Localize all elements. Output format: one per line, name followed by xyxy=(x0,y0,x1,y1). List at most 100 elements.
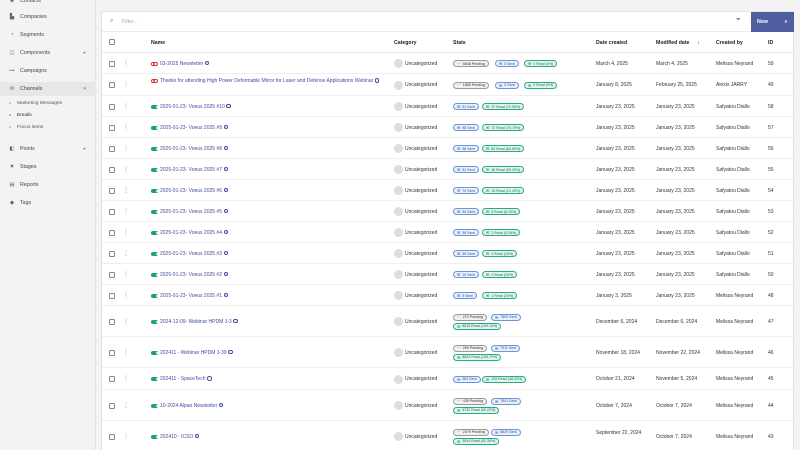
stat-badge-sent[interactable]: ✉ 7809 Sent xyxy=(491,313,521,321)
stat-badge-read[interactable]: ✉ 1 Read (20%) xyxy=(482,292,518,299)
row-checkbox[interactable] xyxy=(109,145,115,152)
stat-badge-read[interactable]: ✉ 46 Read (90.20%) xyxy=(482,166,525,173)
stat-badge-read[interactable]: ✉ 4 Read (16%) xyxy=(482,250,518,257)
sidebar-subitem-marketing-messages[interactable]: Marketing Messages xyxy=(0,97,96,109)
row-checkbox[interactable] xyxy=(109,402,115,409)
row-checkbox[interactable] xyxy=(109,208,115,215)
email-name[interactable]: 2025-01-23- Voeux 2025 #4 xyxy=(160,230,222,236)
filter-funnel-icon[interactable]: ⏷ xyxy=(736,17,741,24)
stat-badge-read[interactable]: ✉ 4732 Read (60.22%) xyxy=(453,406,500,414)
kebab-menu-icon[interactable]: ⋮ xyxy=(123,350,129,356)
stat-badge-read[interactable]: ✉ 0 Read (0%) xyxy=(524,60,558,67)
table-row[interactable]: ⋮ 2025-01-23- Voeux 2025 #8 Uncategorized ✉… xyxy=(102,138,793,159)
row-checkbox[interactable] xyxy=(109,250,115,257)
table-row[interactable]: ⋮ 202411 - Webinar HPDM J-30 Uncategorized… xyxy=(102,337,793,368)
kebab-menu-icon[interactable]: ⋮ xyxy=(123,167,129,173)
stat-badge-sent[interactable]: ✉ 51 Sent xyxy=(453,166,479,173)
table-row[interactable]: ⋮ 2025-01-23- Voeux 2025 #10 Uncategorized… xyxy=(102,96,793,117)
row-checkbox[interactable] xyxy=(109,433,115,440)
publish-toggle[interactable] xyxy=(151,350,158,355)
sidebar-subitem-focus-items[interactable]: Focus items xyxy=(0,121,96,133)
stat-badge-read[interactable]: ✉ 8518 Read (109.14%) xyxy=(453,322,502,330)
stat-badge-sent[interactable]: ✉ 70 Sent xyxy=(453,187,479,194)
row-checkbox[interactable] xyxy=(109,60,115,67)
stat-badge-read[interactable]: ✉ 2 Read (5.26%) xyxy=(482,229,521,236)
stat-badge-sent[interactable]: ✉ 5 Sent xyxy=(453,292,477,299)
stat-badge-sent[interactable]: ✉ 95 Sent xyxy=(453,124,479,131)
email-name-link[interactable]: 2025-01-23- Voeux 2025 #9 xyxy=(160,124,400,132)
email-name-link[interactable]: Thanks for attending High Power Deformab… xyxy=(160,77,400,85)
stat-badge-read[interactable]: ✉ 0 Read (0%) xyxy=(524,81,558,89)
email-name[interactable]: 2025-01-23- Voeux 2025 #3 xyxy=(160,251,222,257)
chevron-down-icon[interactable]: ▾ xyxy=(83,86,86,92)
stat-badge-read[interactable]: ✉ 15 Read (21.43%) xyxy=(482,187,525,194)
sidebar-item-campaigns[interactable]: ⊶ Campaigns xyxy=(0,64,96,78)
stat-badge-sent[interactable]: ✉ 7941 Sent xyxy=(491,397,521,405)
publish-toggle[interactable] xyxy=(151,272,158,277)
row-checkbox[interactable] xyxy=(109,376,115,382)
new-button[interactable]: New ▾ xyxy=(751,12,794,32)
table-row[interactable]: ⋮ 2025-01-23- Voeux 2025 #9 Uncategorized ✉… xyxy=(102,117,793,138)
email-name[interactable]: 2025-01-23- Voeux 2025 #2 xyxy=(160,272,222,278)
table-row[interactable]: ⋮ 2025-01-23- Voeux 2025 #6 Uncategorized ✉… xyxy=(102,180,793,201)
publish-toggle[interactable] xyxy=(151,230,158,235)
sidebar-subitem-emails[interactable]: Emails xyxy=(0,109,96,121)
filter-input[interactable] xyxy=(122,16,622,28)
email-name[interactable]: 202411 - SpaceTech xyxy=(160,376,206,382)
email-name-link[interactable]: 2025-01-23- Voeux 2025 #3 xyxy=(160,250,400,258)
stat-badge-read[interactable]: ✉ 72 Read (75.79%) xyxy=(482,124,525,131)
stat-badge-pending[interactable]: ··· 8848 Pending xyxy=(453,60,489,67)
table-row[interactable]: ⋮ 2025-01-23- Voeux 2025 #4 Uncategorized ✉… xyxy=(102,222,793,243)
publish-toggle[interactable] xyxy=(151,167,158,172)
header-category[interactable]: Category xyxy=(394,40,417,46)
header-date-created[interactable]: Date created xyxy=(596,40,627,46)
table-row[interactable]: ⋮ 2024-12-09- Webinar HPDM J-3 Uncategoriz… xyxy=(102,306,793,337)
stat-badge-read[interactable]: ✉ 83 Read (84.69%) xyxy=(482,145,525,152)
stat-badge-sent[interactable]: ✉ 5829 Sent xyxy=(491,428,521,436)
publish-toggle[interactable] xyxy=(151,293,158,298)
sidebar-item-points[interactable]: ◧ Points ▸ xyxy=(0,142,96,156)
kebab-menu-icon[interactable]: ⋮ xyxy=(123,104,129,110)
row-checkbox[interactable] xyxy=(109,103,115,110)
stat-badge-sent[interactable]: ✉ 263 Sent xyxy=(453,375,481,383)
stat-badge-sent[interactable]: ✉ 51 Sent xyxy=(453,103,479,110)
email-name[interactable]: 2025-01-23- Voeux 2025 #6 xyxy=(160,188,222,194)
sidebar-item-segments[interactable]: ◔ Segments xyxy=(0,28,96,42)
email-name[interactable]: 2025-01-23- Voeux 2025 #8 xyxy=(160,146,222,152)
stat-badge-read[interactable]: ✉ 37 Read (72.55%) xyxy=(482,103,525,110)
stat-badge-read[interactable]: ✉ 8604 Read (108.79%) xyxy=(453,353,502,361)
kebab-menu-icon[interactable]: ⋮ xyxy=(123,376,129,382)
stat-badge-pending[interactable]: ··· 2479 Pending xyxy=(453,428,489,436)
header-id[interactable]: ID xyxy=(768,40,773,46)
kebab-menu-icon[interactable]: ⋮ xyxy=(123,272,129,278)
stat-badge-pending[interactable]: ··· 1865 Pending xyxy=(453,81,489,89)
email-name[interactable]: 2025-01-23- Voeux 2025 #9 xyxy=(160,125,222,131)
kebab-menu-icon[interactable]: ⋮ xyxy=(123,188,129,194)
stat-badge-read[interactable]: ✉ 2 Read (20%) xyxy=(482,271,518,278)
header-modified-date[interactable]: Modified date xyxy=(656,40,689,46)
publish-toggle[interactable] xyxy=(151,125,158,130)
stat-badge-sent[interactable]: ✉ 7911 Sent xyxy=(491,344,521,352)
row-checkbox[interactable] xyxy=(109,124,115,131)
email-name-link[interactable]: 2024-12-09- Webinar HPDM J-3 xyxy=(160,318,400,326)
kebab-menu-icon[interactable]: ⋮ xyxy=(123,82,129,88)
stat-badge-pending[interactable]: ··· 270 Pending xyxy=(453,313,487,321)
publish-toggle[interactable] xyxy=(151,377,158,381)
sidebar-item-tags[interactable]: ◆ Tags xyxy=(0,196,96,210)
stat-badge-read[interactable]: ✉ 5 Read (8.33%) xyxy=(482,208,521,215)
stat-badge-sent[interactable]: ✉ 25 Sent xyxy=(453,250,479,257)
email-name[interactable]: 2025-01-23- Voeux 2025 #10 xyxy=(160,104,225,110)
header-name[interactable]: Name xyxy=(151,40,165,46)
email-name[interactable]: 2025-01-23- Voeux 2025 #1 xyxy=(160,293,222,299)
email-name[interactable]: Thanks for attending High Power Deformab… xyxy=(160,78,373,84)
chevron-down-icon[interactable]: ▾ xyxy=(785,19,787,25)
stat-badge-sent[interactable]: ✉ 60 Sent xyxy=(453,208,479,215)
chevron-right-icon[interactable]: ▸ xyxy=(83,50,86,56)
row-checkbox[interactable] xyxy=(109,229,115,236)
kebab-menu-icon[interactable]: ⋮ xyxy=(123,251,129,257)
row-checkbox[interactable] xyxy=(109,166,115,173)
email-name-link[interactable]: 2025-01-23- Voeux 2025 #5 xyxy=(160,208,400,216)
email-name-link[interactable]: 2025-01-23- Voeux 2025 #1 xyxy=(160,292,400,300)
email-name-link[interactable]: 2025-01-23- Voeux 2025 #6 xyxy=(160,187,400,195)
sidebar-item-components[interactable]: ◫ Components ▸ xyxy=(0,46,96,60)
